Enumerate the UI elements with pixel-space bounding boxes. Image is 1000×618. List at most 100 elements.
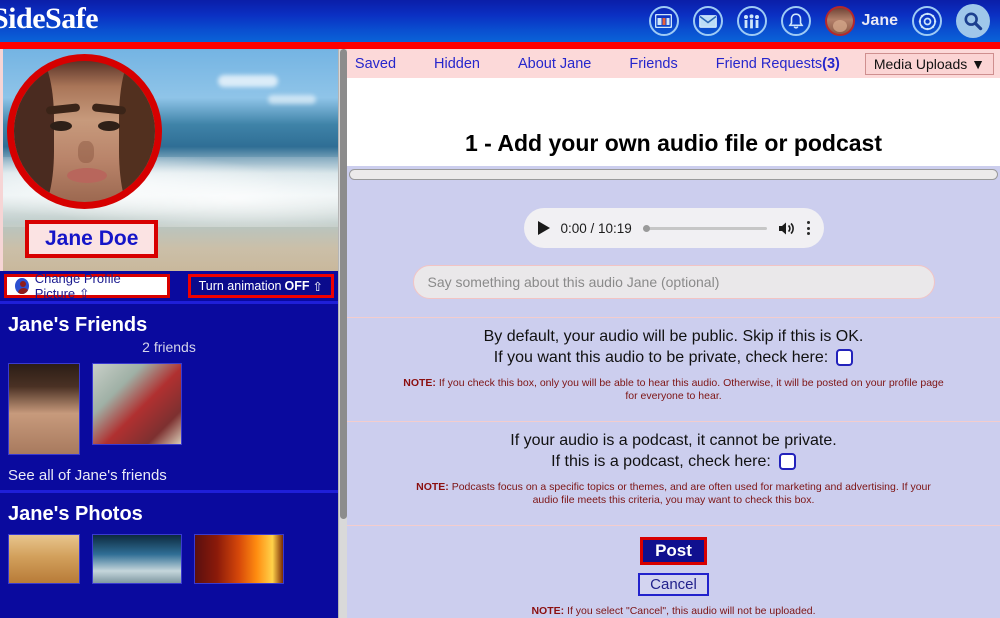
vertical-scrollbar[interactable] (338, 49, 347, 618)
media-uploads-dropdown[interactable]: Media Uploads ▼ (865, 53, 994, 75)
page-root: SideSafe (0, 0, 1000, 618)
podcast-note: NOTE: Podcasts focus on a specific topic… (347, 481, 1000, 507)
see-all-friends-link[interactable]: See all of Jane's friends (8, 467, 330, 484)
cancel-note-label: NOTE: (531, 605, 564, 617)
friends-thumbnail-row (8, 363, 330, 455)
privacy-line-2-row: If you want this audio to be private, ch… (347, 347, 1000, 368)
animation-toggle-prefix: Turn animation (199, 279, 282, 293)
change-profile-picture-button[interactable]: Change Profile Picture ⇧ (4, 274, 170, 298)
comment-input-wrapper: Say something about this audio Jane (opt… (347, 248, 1000, 299)
friend-thumbnail[interactable] (8, 363, 80, 455)
user-profile-chip[interactable]: Jane (825, 6, 898, 36)
audio-upload-panel: 0:00 / 10:19 Say something about this au… (347, 182, 1000, 618)
cloud-decoration (218, 75, 278, 87)
podcast-note-label: NOTE: (416, 481, 449, 493)
profile-picture[interactable] (7, 54, 162, 209)
privacy-line-1: By default, your audio will be public. S… (347, 326, 1000, 347)
private-audio-checkbox[interactable] (836, 349, 853, 366)
podcast-section: If your audio is a podcast, it cannot be… (347, 422, 1000, 507)
avatar-eye-right (98, 121, 120, 131)
friends-section: Jane's Friends 2 friends See all of Jane… (0, 304, 338, 490)
privacy-note-text: If you check this box, only you will be … (436, 377, 944, 402)
audio-progress-slider[interactable] (643, 227, 767, 230)
cloud-decoration (268, 95, 316, 104)
friend-requests-count-badge: (3) (822, 56, 840, 72)
animation-toggle-state: OFF (285, 279, 310, 293)
animation-toggle-suffix: ⇧ (313, 279, 323, 294)
turn-animation-off-button[interactable]: Turn animation OFF ⇧ (188, 274, 334, 298)
messages-envelope-icon[interactable] (693, 6, 723, 36)
profile-name-label: Jane Doe (45, 227, 138, 250)
avatar-eye-left (50, 121, 72, 131)
red-divider-stripe (0, 42, 1000, 49)
tab-saved[interactable]: Saved (347, 56, 415, 72)
site-logo[interactable]: SideSafe (0, 2, 98, 36)
audio-time-display: 0:00 / 10:19 (561, 221, 632, 236)
tab-friend-requests[interactable]: Friend Requests(3) (697, 56, 859, 72)
gear-icon[interactable] (912, 6, 942, 36)
cancel-button[interactable]: Cancel (638, 573, 709, 596)
audio-comment-input[interactable]: Say something about this audio Jane (opt… (413, 265, 935, 299)
person-icon (15, 278, 29, 294)
avatar-lips (67, 168, 107, 183)
change-profile-picture-label: Change Profile Picture ⇧ (35, 271, 159, 302)
photos-section: Jane's Photos (0, 493, 338, 590)
podcast-line-2-label: If this is a podcast, check here: (551, 451, 771, 472)
privacy-note: NOTE: If you check this box, only you wi… (347, 377, 1000, 403)
profile-sidebar: Jane Doe Change Profile Picture ⇧ Turn a… (0, 49, 338, 618)
friend-thumbnail[interactable] (92, 363, 182, 445)
profile-name-plate: Jane Doe (25, 220, 158, 258)
avatar-nose (78, 141, 94, 163)
user-name-label: Jane (862, 12, 898, 30)
photos-thumbnail-row (8, 534, 330, 584)
podcast-note-text: Podcasts focus on a specific topics or t… (449, 481, 931, 506)
form-actions: Post Cancel NOTE: If you select "Cancel"… (347, 526, 1000, 618)
cancel-note: NOTE: If you select "Cancel", this audio… (347, 605, 1000, 618)
cover-photo[interactable]: Jane Doe (0, 49, 338, 271)
tab-friends[interactable]: Friends (610, 56, 696, 72)
podcast-line-1: If your audio is a podcast, it cannot be… (347, 430, 1000, 451)
audio-player[interactable]: 0:00 / 10:19 (524, 208, 824, 248)
page-title: 1 - Add your own audio file or podcast (347, 78, 1000, 157)
play-button-icon[interactable] (538, 221, 550, 235)
photo-thumbnail[interactable] (8, 534, 80, 584)
notifications-bell-icon[interactable] (781, 6, 811, 36)
friends-count-label: 2 friends (8, 339, 330, 355)
tab-label: Saved (355, 56, 396, 72)
tab-about-jane[interactable]: About Jane (499, 56, 610, 72)
profile-action-bar: Change Profile Picture ⇧ Turn animation … (0, 271, 338, 301)
friends-people-icon[interactable] (737, 6, 767, 36)
avatar[interactable] (825, 6, 855, 36)
more-options-icon[interactable] (807, 221, 810, 235)
search-icon[interactable] (956, 4, 990, 38)
post-button[interactable]: Post (640, 537, 707, 565)
privacy-note-label: NOTE: (403, 377, 436, 389)
tab-label: About Jane (518, 56, 591, 72)
podcast-checkbox[interactable] (779, 453, 796, 470)
friends-section-title: Jane's Friends (8, 314, 330, 337)
top-icon-group: Jane (649, 0, 990, 42)
tab-hidden[interactable]: Hidden (415, 56, 499, 72)
photo-thumbnail[interactable] (92, 534, 182, 584)
avatar-hair-right (119, 55, 161, 209)
podcast-line-2-row: If this is a podcast, check here: (347, 451, 1000, 472)
horizontal-scrollbar[interactable] (347, 166, 1000, 182)
main-content: Posts Saved Hidden About Jane Friends Fr… (347, 49, 1000, 618)
page-header-area: 1 - Add your own audio file or podcast (347, 78, 1000, 166)
scrollbar-thumb[interactable] (340, 49, 347, 519)
privacy-section: By default, your audio will be public. S… (347, 318, 1000, 403)
avatar-hair-left (8, 55, 54, 209)
news-feed-icon[interactable] (649, 6, 679, 36)
photo-thumbnail[interactable] (194, 534, 284, 584)
privacy-line-2-label: If you want this audio to be private, ch… (494, 347, 828, 368)
scrollbar-track[interactable] (349, 169, 998, 180)
volume-icon[interactable] (778, 221, 796, 236)
audio-player-wrapper: 0:00 / 10:19 (347, 182, 1000, 248)
tab-label: Friends (629, 56, 677, 72)
cancel-note-text: If you select "Cancel", this audio will … (564, 605, 815, 617)
top-navigation-bar: SideSafe (0, 0, 1000, 42)
tab-label: Hidden (434, 56, 480, 72)
profile-tab-bar: Posts Saved Hidden About Jane Friends Fr… (347, 49, 1000, 78)
audio-comment-placeholder: Say something about this audio Jane (opt… (428, 274, 720, 290)
photos-section-title: Jane's Photos (8, 503, 330, 526)
